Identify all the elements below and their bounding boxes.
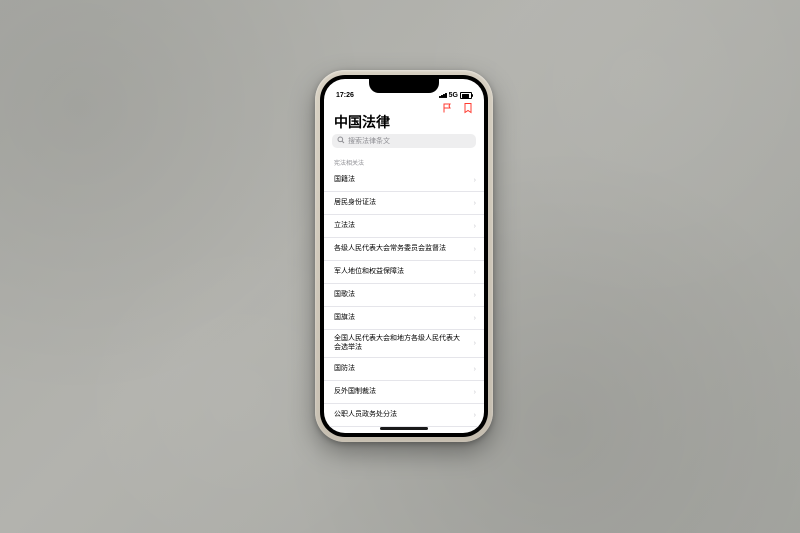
network-label: 5G	[449, 92, 458, 99]
list-item[interactable]: 全国人民代表大会和地方各级人民代表大会选举法 ›	[324, 330, 484, 358]
list-item-label: 国歌法	[334, 291, 355, 299]
list-item-label: 全国人民代表大会和地方各级人民代表大会选举法	[334, 335, 464, 352]
phone-bezel: 17:26 5G	[320, 75, 488, 437]
list-item[interactable]: 各级人民代表大会常务委员会监督法 ›	[324, 238, 484, 261]
search-input[interactable]: 搜索法律条文	[332, 134, 476, 148]
list-item[interactable]: 国歌法 ›	[324, 284, 484, 307]
search-icon	[337, 136, 345, 146]
battery-icon	[460, 92, 472, 99]
chevron-right-icon: ›	[474, 292, 476, 299]
page-title: 中国法律	[324, 115, 484, 134]
phone-case: 17:26 5G	[315, 70, 493, 442]
chevron-right-icon: ›	[474, 315, 476, 322]
list-item-label: 居民身份证法	[334, 199, 376, 207]
list-item-label: 立法法	[334, 222, 355, 230]
background-surface: 17:26 5G	[0, 0, 800, 533]
chevron-right-icon: ›	[474, 246, 476, 253]
status-right: 5G	[439, 92, 472, 99]
flag-icon[interactable]	[442, 102, 454, 114]
section-header: 宪法相关法	[324, 152, 484, 169]
chevron-right-icon: ›	[474, 366, 476, 373]
chevron-right-icon: ›	[474, 223, 476, 230]
chevron-right-icon: ›	[474, 200, 476, 207]
search-placeholder: 搜索法律条文	[348, 136, 390, 146]
bookmark-icon[interactable]	[462, 102, 474, 114]
phone-screen: 17:26 5G	[324, 79, 484, 433]
list-item-label: 公职人员政务处分法	[334, 411, 397, 419]
chevron-right-icon: ›	[474, 340, 476, 347]
list-item[interactable]: 军人地位和权益保障法 ›	[324, 261, 484, 284]
chevron-right-icon: ›	[474, 177, 476, 184]
list-item[interactable]: 公职人员政务处分法 ›	[324, 404, 484, 427]
display-notch	[369, 79, 439, 93]
list-item-label: 反外国制裁法	[334, 388, 376, 396]
chevron-right-icon: ›	[474, 269, 476, 276]
list-item[interactable]: 立法法 ›	[324, 215, 484, 238]
list-item-label: 各级人民代表大会常务委员会监督法	[334, 245, 446, 253]
cellular-signal-icon	[439, 93, 447, 98]
nav-bar	[324, 99, 484, 115]
list-item-label: 国旗法	[334, 314, 355, 322]
list-item[interactable]: 国防法 ›	[324, 358, 484, 381]
list-item[interactable]: 反外国制裁法 ›	[324, 381, 484, 404]
list-item[interactable]: 国籍法 ›	[324, 169, 484, 192]
list-item[interactable]: 居民身份证法 ›	[324, 192, 484, 215]
list-item-label: 国籍法	[334, 176, 355, 184]
law-list[interactable]: 国籍法›居民身份证法›立法法›各级人民代表大会常务委员会监督法›军人地位和权益保…	[324, 169, 484, 433]
status-time: 17:26	[336, 92, 354, 99]
chevron-right-icon: ›	[474, 412, 476, 419]
list-item-label: 军人地位和权益保障法	[334, 268, 404, 276]
list-item[interactable]: 国旗法 ›	[324, 307, 484, 330]
list-item-label: 国防法	[334, 365, 355, 373]
chevron-right-icon: ›	[474, 389, 476, 396]
home-indicator[interactable]	[380, 427, 428, 430]
